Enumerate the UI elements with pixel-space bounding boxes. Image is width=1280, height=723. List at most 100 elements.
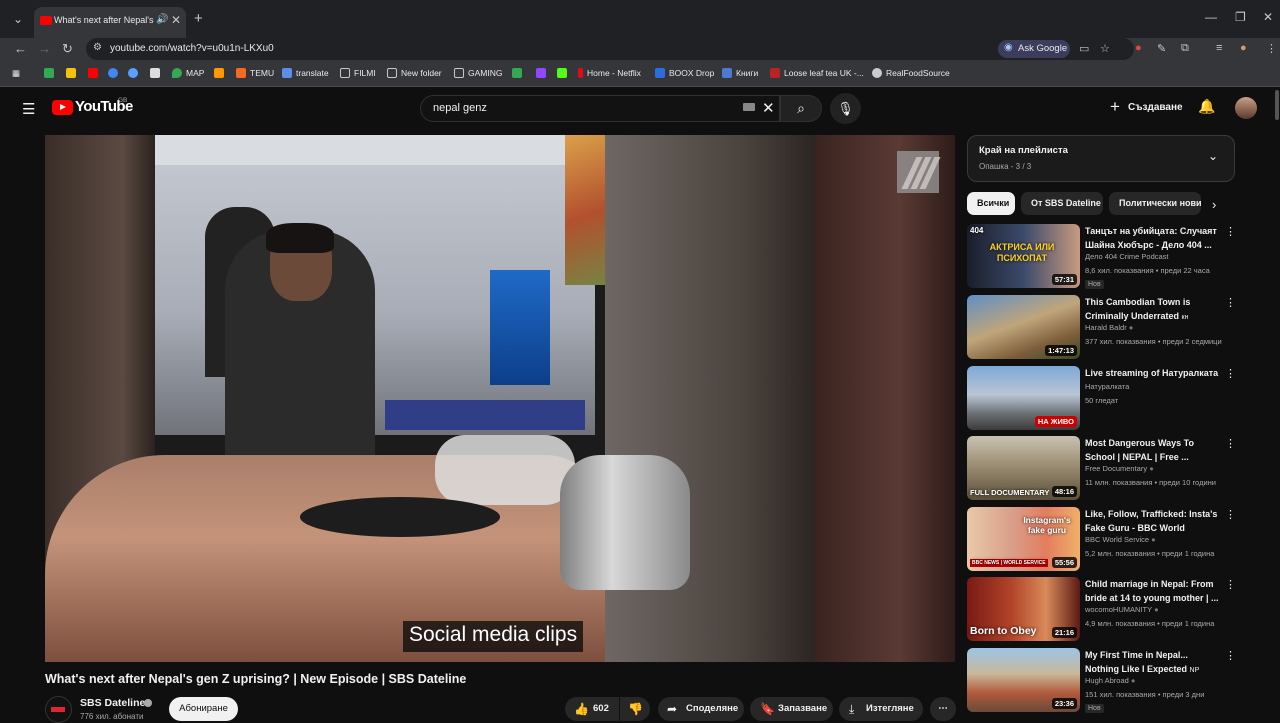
site-info-icon[interactable]: ⚙ [93,42,102,53]
channel-avatar[interactable] [45,696,72,723]
extensions-puzzle-icon[interactable]: ⧉ [1181,42,1189,55]
video-thumbnail[interactable]: FULL DOCUMENTARY 48:16 [967,436,1080,500]
bookmark-icon[interactable] [150,68,164,78]
bookmark-icon[interactable] [214,68,228,78]
video-thumbnail[interactable]: Instagram's fake guru BBC NEWS | WORLD S… [967,507,1080,571]
browser-tab-active[interactable]: What's next after Nepal's ge 🔊 ✕ [34,7,186,38]
video-thumbnail[interactable]: 1:47:13 [967,295,1080,359]
more-vertical-icon[interactable]: ⋮ [1225,367,1236,380]
list-item[interactable]: Instagram's fake guru BBC NEWS | WORLD S… [967,507,1237,572]
bookmark-temu[interactable]: TEMU [236,68,274,78]
video-player[interactable]: Social media clips [45,135,955,662]
new-tab-button[interactable]: + [194,10,203,27]
list-item[interactable]: 404 АКТРИСА ИЛИ ПСИХОПАТ 57:31 Танцът на… [967,224,1237,289]
bookmark-boox[interactable]: BOOX Drop [655,68,714,78]
dislike-button[interactable]: 👎 [620,697,650,721]
list-item[interactable]: НА ЖИВО Live streaming of Натуралката На… [967,366,1237,431]
like-count: 602 [593,703,609,714]
forward-icon[interactable]: → [38,41,51,56]
bookmark-tea[interactable]: Loose leaf tea UK -... [770,68,864,78]
bookmark-knigi[interactable]: Книги [722,68,758,78]
video-thumbnail[interactable]: 404 АКТРИСА ИЛИ ПСИХОПАТ 57:31 [967,224,1080,288]
chevron-down-icon[interactable]: ⌄ [1208,149,1218,163]
extension-pen-icon[interactable]: ✎ [1157,42,1166,55]
ask-google-button[interactable]: ◉ Ask Google [998,40,1070,58]
scrollbar-thumb[interactable] [1275,90,1279,120]
bookmark-realfood[interactable]: RealFoodSource [872,68,950,78]
tab-close-icon[interactable]: ✕ [171,13,181,27]
bookmark-map[interactable]: MAP [172,68,204,78]
share-button[interactable]: ➦ Споделяне [658,697,744,721]
channel-name[interactable]: SBS Dateline [80,697,145,709]
chip-all[interactable]: Всички [967,192,1015,215]
bookmark-icon[interactable] [536,68,550,78]
media-control-icon[interactable]: ≡ [1216,42,1222,54]
bookmark-icon[interactable] [512,68,526,78]
rec-meta: 4,9 млн. показвания • преди 1 година [1085,619,1215,628]
bookmark-icon[interactable] [557,68,571,78]
bookmark-icon[interactable] [108,68,122,78]
chevron-right-icon[interactable]: › [1212,197,1216,212]
video-thumbnail[interactable]: Born to Obey 21:16 [967,577,1080,641]
chip-from-channel[interactable]: От SBS Dateline [1021,192,1103,215]
bookmark-icon[interactable] [128,68,142,78]
speaker-icon[interactable]: 🔊 [156,14,168,25]
account-avatar[interactable] [1235,97,1257,119]
more-vertical-icon[interactable]: ⋮ [1225,225,1236,238]
video-caption: Social media clips [403,621,584,652]
voice-search-button[interactable]: 🎙 [830,93,861,124]
bookmark-icon[interactable] [66,68,80,78]
apps-grid-icon[interactable]: ▦ [12,68,20,79]
bookmark-folder-gaming[interactable]: GAMING [454,68,502,78]
more-vertical-icon[interactable]: ⋮ [1225,578,1236,591]
search-input[interactable]: nepal genz ✕ [420,95,780,122]
chip-political-news[interactable]: Политически нови [1109,192,1201,215]
more-vertical-icon[interactable]: ⋮ [1225,437,1236,450]
list-item[interactable]: FULL DOCUMENTARY 48:16 Most Dangerous Wa… [967,436,1237,501]
subscribe-button[interactable]: Абониране [169,697,238,721]
minimize-icon[interactable]: — [1205,10,1217,24]
clear-search-icon[interactable]: ✕ [762,99,775,117]
extension-icon[interactable]: ● [1135,42,1142,54]
video-thumbnail[interactable]: НА ЖИВО [967,366,1080,430]
list-item[interactable]: 23:36 My First Time in Nepal... Nothing … [967,648,1237,713]
playlist-panel[interactable]: Край на плейлиста Опашка - 3 / 3 ⌄ [967,135,1235,182]
more-vertical-icon[interactable]: ⋮ [1225,508,1236,521]
share-icon: ➦ [667,702,678,716]
bookmark-star-icon[interactable]: ☆ [1100,42,1110,55]
close-window-icon[interactable]: ✕ [1263,10,1273,24]
search-button[interactable]: ⌕ [780,95,822,122]
more-vertical-icon[interactable]: ⋮ [1225,296,1236,309]
reload-icon[interactable]: ↻ [62,41,73,57]
bookmark-icon[interactable] [44,68,58,78]
profile-icon[interactable]: ● [1240,42,1247,54]
save-button[interactable]: 🔖 Запазване [750,697,833,721]
tab-search-icon[interactable]: ⌄ [8,9,28,29]
keyboard-icon[interactable] [743,103,755,111]
maximize-icon[interactable]: ❐ [1235,10,1246,24]
rec-title: Танцът на убийцата: Случаят Шайна Хюбърс… [1085,226,1217,250]
guide-menu-icon[interactable]: ☰ [22,100,35,118]
cast-icon[interactable]: ▭ [1079,42,1089,55]
more-vertical-icon[interactable]: ⋮ [1225,649,1236,662]
address-bar[interactable]: ⚙ youtube.com/watch?v=u0u1n-LKXu0 [86,38,1134,60]
back-icon[interactable]: ← [14,41,27,56]
create-button[interactable]: + Създаване [1104,96,1186,121]
video-thumbnail[interactable]: 23:36 [967,648,1080,712]
bookmark-icon[interactable] [88,68,102,78]
page-scrollbar[interactable] [1274,88,1280,720]
youtube-logo-icon[interactable] [52,100,73,115]
bookmark-translate[interactable]: translate [282,68,329,78]
notifications-bell-icon[interactable]: 🔔 [1198,98,1215,115]
more-actions-button[interactable]: ⋯ [930,697,956,721]
bookmark-folder-new[interactable]: New folder [387,68,442,78]
list-item[interactable]: 1:47:13 This Cambodian Town is Criminall… [967,295,1237,360]
bookmark-folder-filmi[interactable]: FILMI [340,68,376,78]
browser-menu-icon[interactable]: ⋮ [1266,42,1277,55]
bookmark-netflix[interactable]: Home - Netflix [578,68,641,78]
rec-channel: Дело 404 Crime Podcast [1085,252,1169,261]
list-item[interactable]: Born to Obey 21:16 Child marriage in Nep… [967,577,1237,642]
download-button[interactable]: ⤓ Изтегляне [839,697,923,721]
like-button[interactable]: 👍 602 [565,697,619,721]
thumbnail-text: Born to Obey [970,625,1037,637]
